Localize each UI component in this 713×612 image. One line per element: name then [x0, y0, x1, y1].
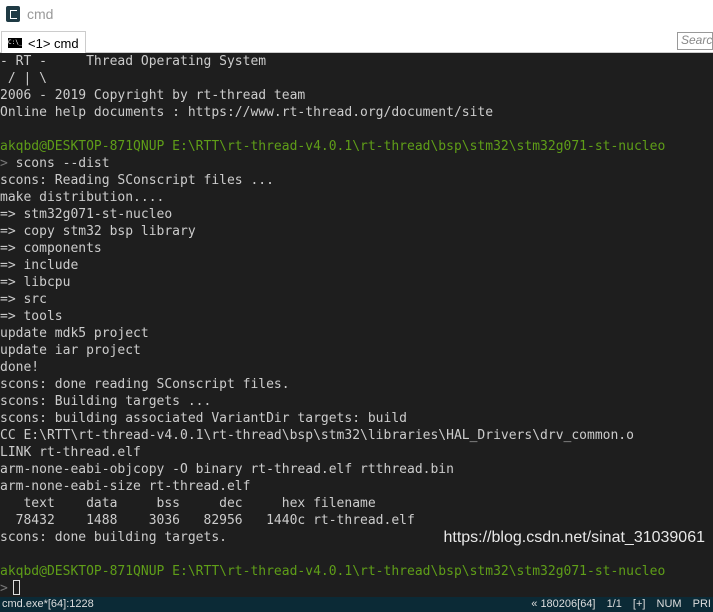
- terminal-line: => libcpu: [0, 275, 71, 290]
- terminal-line: arm-none-eabi-objcopy -O binary rt-threa…: [0, 462, 454, 477]
- watermark: https://blog.csdn.net/sinat_31039061: [443, 529, 705, 546]
- status-right: « 180206[64] 1/1 [+] NUM PRI: [523, 597, 711, 612]
- status-bar: cmd.exe*[64]:1228 « 180206[64] 1/1 [+] N…: [0, 597, 713, 612]
- terminal-line: => stm32g071-st-nucleo: [0, 207, 173, 222]
- text-cursor: [12, 580, 20, 595]
- terminal-line: scons: Reading SConscript files ...: [0, 173, 274, 188]
- tab-label: <1> cmd: [28, 35, 79, 51]
- terminal-line: 78432 1488 3036 82956 1440c rt-thread.el…: [0, 513, 415, 528]
- search-input[interactable]: Search: [677, 32, 713, 50]
- terminal-line: text data bss dec hex filename: [0, 496, 376, 511]
- terminal-line: CC E:\RTT\rt-thread-v4.0.1\rt-thread\bsp…: [0, 428, 634, 443]
- terminal-line: done!: [0, 360, 40, 375]
- status-item: « 180206[64]: [531, 598, 596, 610]
- terminal-line: > scons --dist: [0, 156, 110, 171]
- prompt-symbol: >: [0, 156, 8, 171]
- terminal-line: akqbd@DESKTOP-871QNUP E:\RTT\rt-thread-v…: [0, 139, 666, 154]
- terminal-line: / | \: [0, 71, 47, 86]
- terminal-line: 2006 - 2019 Copyright by rt-thread team: [0, 88, 306, 103]
- terminal-line: scons: done reading SConscript files.: [0, 377, 290, 392]
- console-icon: C:\_: [8, 38, 23, 48]
- tab-bar: C:\_ <1> cmd Search: [0, 27, 713, 54]
- app-icon: [6, 5, 20, 22]
- terminal-line: akqbd@DESKTOP-871QNUP E:\RTT\rt-thread-v…: [0, 564, 666, 579]
- terminal-line: scons: Building targets ...: [0, 394, 212, 409]
- input-line[interactable]: >: [0, 580, 713, 597]
- terminal-output[interactable]: - RT - Thread Operating System / | \ 2006…: [0, 53, 713, 597]
- terminal-line: arm-none-eabi-size rt-thread.elf: [0, 479, 251, 494]
- terminal-line: LINK rt-thread.elf: [0, 445, 141, 460]
- terminal-line: => src: [0, 292, 47, 307]
- terminal-line: update iar project: [0, 343, 141, 358]
- status-item: [+]: [632, 598, 646, 610]
- status-item: PRI: [692, 598, 711, 610]
- title-bar: cmd: [0, 0, 713, 27]
- terminal-line: => include: [0, 258, 79, 273]
- terminal-line: => copy stm32 bsp library: [0, 224, 196, 239]
- terminal-line: - RT - Thread Operating System: [0, 54, 267, 69]
- window-title: cmd: [27, 5, 54, 22]
- status-process: cmd.exe*[64]:1228: [2, 598, 94, 610]
- terminal-line: => components: [0, 241, 102, 256]
- terminal-line: scons: building associated VariantDir ta…: [0, 411, 407, 426]
- terminal-line: make distribution....: [0, 190, 165, 205]
- terminal-line: => tools: [0, 309, 63, 324]
- tab-cmd[interactable]: C:\_ <1> cmd: [1, 31, 86, 54]
- prompt-symbol: >: [0, 581, 8, 596]
- terminal-line: Online help documents : https://www.rt-t…: [0, 105, 494, 120]
- status-item: NUM: [656, 598, 682, 610]
- status-item: 1/1: [606, 598, 622, 610]
- terminal-line: update mdk5 project: [0, 326, 149, 341]
